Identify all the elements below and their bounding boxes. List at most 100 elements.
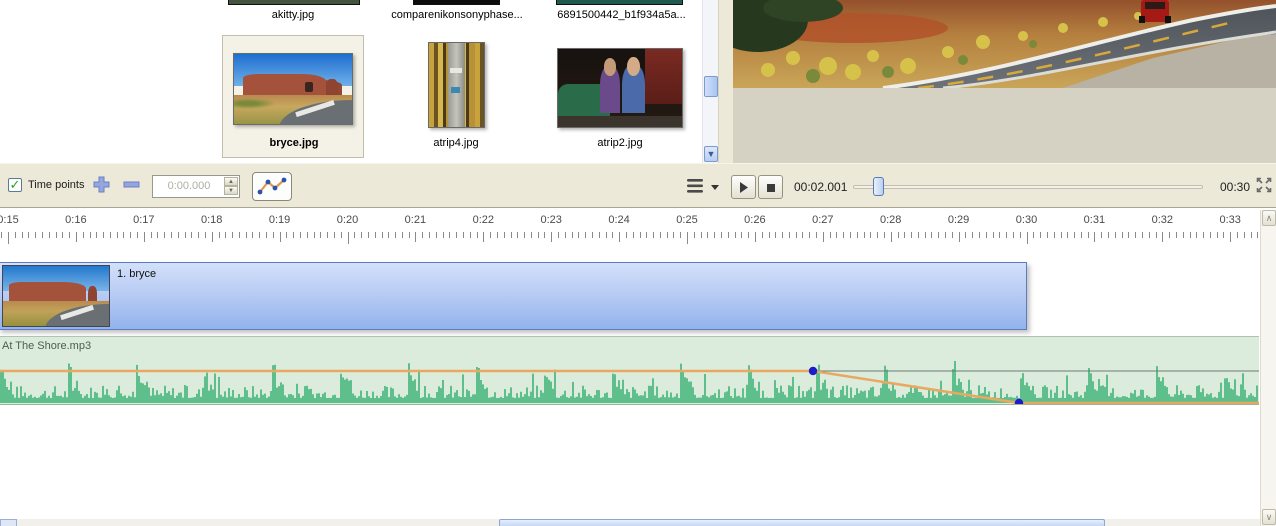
ruler-tick [802, 232, 803, 238]
volume-envelope-button[interactable] [252, 172, 292, 201]
ruler-tick [979, 232, 980, 238]
ruler-tick [110, 232, 111, 238]
file-label-bryce[interactable]: bryce.jpg [223, 137, 365, 149]
ruler-tick [884, 232, 885, 238]
timeline-scroll-down-button[interactable]: ∨ [1262, 509, 1276, 525]
hscroll-left-button[interactable] [0, 519, 17, 526]
ruler-tick [307, 232, 308, 238]
thumbnail-akitty-partial[interactable] [228, 0, 360, 5]
browser-scrollbar[interactable]: ▼ [702, 0, 718, 163]
ruler-tick [320, 232, 321, 238]
fullscreen-button[interactable] [1255, 176, 1273, 194]
hscroll-thumb[interactable] [499, 519, 1105, 526]
time-point-field[interactable]: 0:00.000 ▲ ▼ [152, 175, 240, 198]
time-ruler[interactable]: 0:150:160:170:180:190:200:210:220:230:24… [0, 210, 1260, 244]
file-label-6891[interactable]: 6891500442_b1f934a5a... [549, 9, 694, 21]
ruler-tick [517, 232, 518, 238]
audio-track[interactable]: At The Shore.mp3 [0, 336, 1259, 405]
ruler-tick [348, 232, 349, 244]
stop-button[interactable] [758, 175, 783, 199]
add-time-point-button[interactable] [90, 175, 112, 195]
ruler-tick [877, 232, 878, 238]
ruler-tick [1027, 232, 1028, 244]
ruler-tick [205, 232, 206, 238]
ruler-tick [436, 232, 437, 238]
bryce-photo [234, 54, 352, 124]
ruler-tick [1074, 232, 1075, 238]
scroll-up-icon: ∧ [1266, 213, 1273, 223]
thumbnail-bryce[interactable] [233, 53, 353, 125]
file-label-atrip2[interactable]: atrip2.jpg [560, 137, 680, 149]
ruler-label: 0:16 [65, 214, 86, 226]
file-item-atrip4[interactable]: atrip4.jpg [420, 38, 492, 158]
ruler-tick [286, 232, 287, 238]
ruler-tick [395, 232, 396, 238]
ruler-tick [422, 232, 423, 238]
ruler-label: 0:15 [0, 214, 19, 226]
ruler-tick [531, 232, 532, 238]
ruler-tick [830, 232, 831, 238]
play-button[interactable] [731, 175, 756, 199]
thumbnail-atrip4[interactable] [428, 42, 485, 128]
ruler-tick [415, 232, 416, 242]
ruler-tick [728, 232, 729, 238]
ruler-tick [667, 232, 668, 238]
pane-splitter[interactable] [718, 0, 733, 163]
remove-time-point-button[interactable] [120, 175, 142, 195]
clip-thumbnail [2, 265, 110, 327]
time-points-checkbox[interactable]: ✓ [8, 178, 22, 192]
ruler-tick [1047, 232, 1048, 238]
thumbnail-6891-partial[interactable] [556, 0, 683, 5]
seek-slider-handle[interactable] [873, 177, 884, 196]
ruler-tick [1122, 232, 1123, 238]
ruler-tick [592, 232, 593, 238]
ruler-tick [232, 232, 233, 238]
ruler-tick [864, 232, 865, 238]
file-item-atrip2[interactable]: atrip2.jpg [550, 38, 690, 158]
video-clip-bryce[interactable]: 1. bryce [0, 262, 1027, 330]
ruler-tick [28, 232, 29, 238]
browser-scroll-down-button[interactable]: ▼ [704, 146, 718, 162]
timeline-scroll-up-button[interactable]: ∧ [1262, 210, 1276, 226]
ruler-tick [931, 232, 932, 238]
thumbnail-compare-partial[interactable] [413, 0, 500, 5]
ruler-tick [558, 232, 559, 238]
thumbnail-atrip2[interactable] [557, 48, 683, 128]
ruler-label: 0:18 [201, 214, 222, 226]
spinner-down-button[interactable]: ▼ [224, 186, 238, 195]
ruler-tick [1169, 232, 1170, 238]
ruler-tick [775, 232, 776, 238]
ruler-label: 0:21 [405, 214, 426, 226]
ruler-tick [280, 232, 281, 242]
ruler-tick [463, 232, 464, 238]
envelope-control-point[interactable] [809, 367, 817, 375]
atrip2-photo [558, 49, 682, 127]
seek-slider-track[interactable] [853, 185, 1203, 189]
file-label-atrip4[interactable]: atrip4.jpg [406, 137, 506, 149]
ruler-tick [524, 232, 525, 238]
spinner-up-button[interactable]: ▲ [224, 177, 238, 186]
timeline-area: 0:150:160:170:180:190:200:210:220:230:24… [0, 208, 1276, 526]
ruler-tick [959, 232, 960, 242]
ruler-tick [239, 232, 240, 238]
ruler-tick [1094, 232, 1095, 242]
ruler-tick [972, 232, 973, 238]
timeline-vscrollbar[interactable]: ∧ ∨ [1260, 210, 1276, 526]
file-label-compare[interactable]: comparenikonsonyphase... [383, 9, 531, 21]
ruler-tick [952, 232, 953, 238]
browser-scrollbar-thumb[interactable] [704, 76, 718, 97]
file-item-bryce-selected[interactable]: bryce.jpg [222, 35, 364, 158]
ruler-tick [898, 232, 899, 238]
ruler-tick [477, 232, 478, 238]
file-label-akitty[interactable]: akitty.jpg [233, 9, 353, 21]
ruler-tick [1149, 232, 1150, 238]
ruler-tick [891, 232, 892, 242]
ruler-tick [673, 232, 674, 238]
ruler-label: 0:33 [1219, 214, 1240, 226]
ruler-tick [42, 232, 43, 238]
track-menu-button[interactable] [686, 177, 720, 195]
ruler-tick [1101, 232, 1102, 238]
checkmark-icon: ✓ [10, 177, 21, 192]
timeline-hscrollbar[interactable] [0, 519, 1260, 526]
ruler-tick [748, 232, 749, 238]
